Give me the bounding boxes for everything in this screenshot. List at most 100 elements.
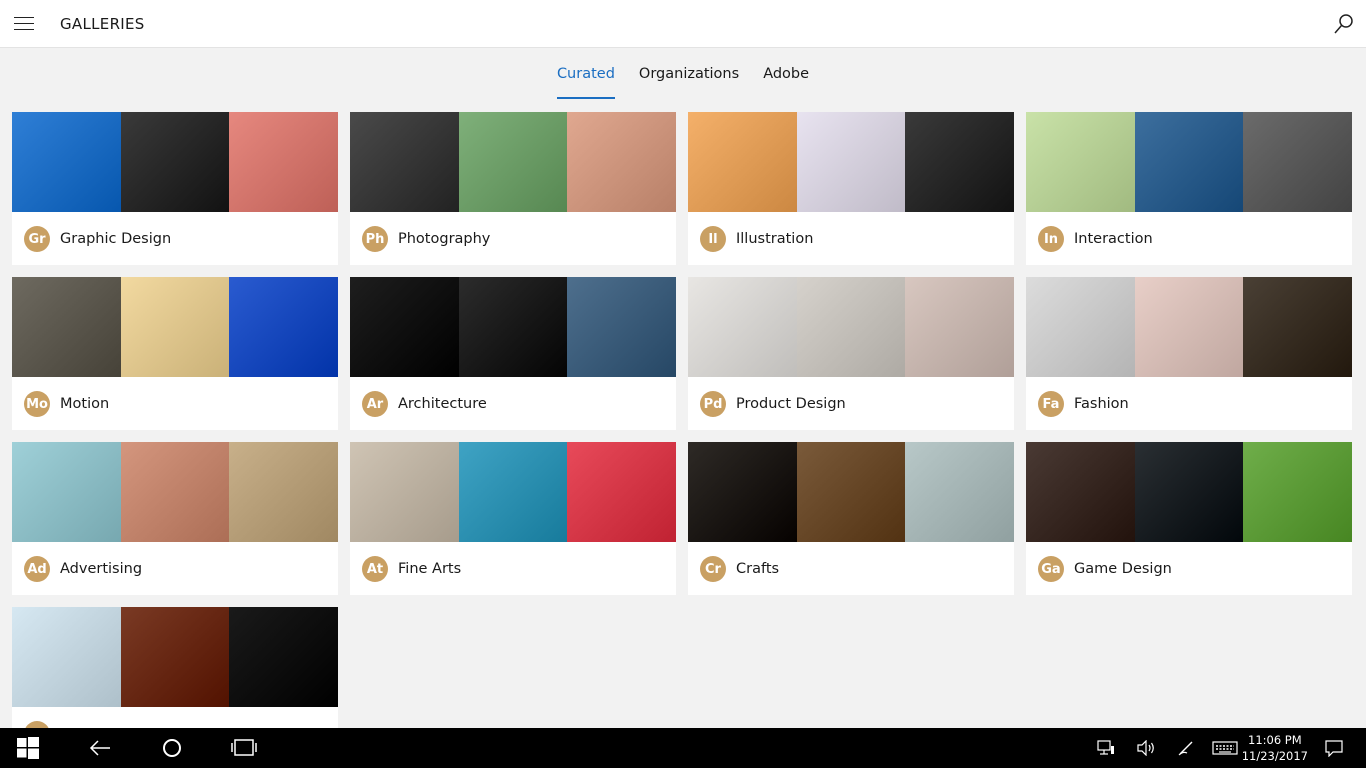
gallery-badge: Cr: [700, 556, 726, 582]
gallery-badge: Il: [700, 226, 726, 252]
gallery-label: Mo Motion: [24, 391, 109, 417]
windows-taskbar: 11:06 PM 11/23/2017: [0, 728, 1366, 768]
gallery-thumbnail-image: [120, 112, 230, 212]
gallery-card[interactable]: Cr Crafts: [688, 442, 1014, 595]
gallery-label: Gr Graphic Design: [24, 226, 171, 252]
network-icon[interactable]: [1096, 736, 1116, 760]
back-arrow-icon[interactable]: [88, 736, 112, 760]
gallery-card[interactable]: Fa Fashion: [1026, 277, 1352, 430]
gallery-thumbnail-image: [688, 112, 797, 212]
gallery-label: [24, 721, 60, 728]
gallery-thumbnail-image: [12, 277, 121, 377]
gallery-badge: Mo: [24, 391, 50, 417]
gallery-name: Game Design: [1074, 561, 1172, 577]
gallery-badge: Ga: [1038, 556, 1064, 582]
clock-date: 11/23/2017: [1241, 749, 1308, 763]
gallery-thumbnail-image: [120, 277, 230, 377]
gallery-thumbnail-image: [458, 442, 568, 542]
gallery-label: In Interaction: [1038, 226, 1153, 252]
gallery-thumbnails: [1026, 277, 1352, 377]
windows-start-icon[interactable]: [16, 736, 40, 760]
gallery-thumbnail-image: [350, 442, 459, 542]
gallery-thumbnail-image: [567, 277, 676, 377]
gallery-thumbnails: [1026, 112, 1352, 212]
gallery-badge: Pd: [700, 391, 726, 417]
gallery-badge: At: [362, 556, 388, 582]
gallery-thumbnail-image: [350, 277, 459, 377]
gallery-badge: Ar: [362, 391, 388, 417]
gallery-thumbnails: [12, 442, 338, 542]
gallery-thumbnail-image: [1243, 112, 1352, 212]
gallery-grid: Gr Graphic Design Ph Photography Il Illustrat…: [12, 112, 1352, 728]
gallery-label: Fa Fashion: [1038, 391, 1129, 417]
gallery-card[interactable]: Pd Product Design: [688, 277, 1014, 430]
gallery-card[interactable]: Gr Graphic Design: [12, 112, 338, 265]
gallery-card[interactable]: Ga Game Design: [1026, 442, 1352, 595]
gallery-thumbnail-image: [1134, 442, 1244, 542]
gallery-card[interactable]: In Interaction: [1026, 112, 1352, 265]
pen-ink-icon[interactable]: [1176, 736, 1196, 760]
gallery-name: Product Design: [736, 396, 846, 412]
gallery-thumbnail-image: [458, 112, 568, 212]
gallery-thumbnail-image: [1026, 442, 1135, 542]
gallery-thumbnails: [350, 442, 676, 542]
gallery-thumbnail-image: [12, 442, 121, 542]
gallery-badge: [24, 721, 50, 728]
gallery-card[interactable]: Ad Advertising: [12, 442, 338, 595]
touch-keyboard-icon[interactable]: [1212, 736, 1238, 760]
gallery-name: Interaction: [1074, 231, 1153, 247]
tab-organizations[interactable]: Organizations: [639, 48, 739, 100]
gallery-name: Crafts: [736, 561, 780, 577]
action-center-icon[interactable]: [1324, 736, 1344, 760]
tab-adobe[interactable]: Adobe: [763, 48, 809, 100]
gallery-badge: In: [1038, 226, 1064, 252]
gallery-card[interactable]: Il Illustration: [688, 112, 1014, 265]
system-clock[interactable]: 11:06 PM 11/23/2017: [1242, 732, 1308, 764]
gallery-name: Advertising: [60, 561, 143, 577]
gallery-thumbnails: [350, 112, 676, 212]
gallery-name: Graphic Design: [60, 231, 172, 247]
cortana-circle-icon[interactable]: [160, 736, 184, 760]
gallery-label: Ar Architecture: [362, 391, 487, 417]
gallery-thumbnail-image: [1134, 277, 1244, 377]
gallery-label: Ph Photography: [362, 226, 490, 252]
gallery-thumbnail-image: [229, 442, 338, 542]
volume-icon[interactable]: [1136, 736, 1156, 760]
gallery-thumbnail-image: [567, 442, 676, 542]
gallery-thumbnails: [350, 277, 676, 377]
gallery-card[interactable]: Ar Architecture: [350, 277, 676, 430]
gallery-thumbnail-image: [350, 112, 459, 212]
gallery-card[interactable]: Mo Motion: [12, 277, 338, 430]
gallery-thumbnail-image: [120, 607, 230, 707]
gallery-card[interactable]: [12, 607, 338, 728]
gallery-card[interactable]: At Fine Arts: [350, 442, 676, 595]
gallery-thumbnail-image: [796, 442, 906, 542]
gallery-badge: Ad: [24, 556, 50, 582]
gallery-thumbnail-image: [796, 112, 906, 212]
gallery-badge: Fa: [1038, 391, 1064, 417]
search-icon[interactable]: [1332, 12, 1356, 36]
gallery-thumbnails: [12, 112, 338, 212]
gallery-thumbnails: [688, 112, 1014, 212]
gallery-thumbnail-image: [688, 277, 797, 377]
gallery-thumbnails: [688, 277, 1014, 377]
task-view-icon[interactable]: [231, 736, 257, 760]
gallery-thumbnail-image: [12, 607, 121, 707]
gallery-thumbnail-image: [229, 277, 338, 377]
gallery-name: Architecture: [398, 396, 487, 412]
clock-time: 11:06 PM: [1248, 733, 1302, 747]
gallery-thumbnail-image: [229, 607, 338, 707]
gallery-thumbnail-image: [1134, 112, 1244, 212]
tab-curated[interactable]: Curated: [556, 48, 615, 100]
gallery-card[interactable]: Ph Photography: [350, 112, 676, 265]
app-header: GALLERIES: [0, 0, 1366, 48]
gallery-thumbnail-image: [1026, 277, 1135, 377]
gallery-name: Illustration: [736, 231, 814, 247]
hamburger-menu-icon[interactable]: [14, 17, 34, 31]
gallery-thumbnail-image: [905, 277, 1014, 377]
gallery-label: Pd Product Design: [700, 391, 846, 417]
gallery-thumbnail-image: [905, 112, 1014, 212]
gallery-thumbnail-image: [796, 277, 906, 377]
gallery-thumbnails: [1026, 442, 1352, 542]
gallery-badge: Ph: [362, 226, 388, 252]
